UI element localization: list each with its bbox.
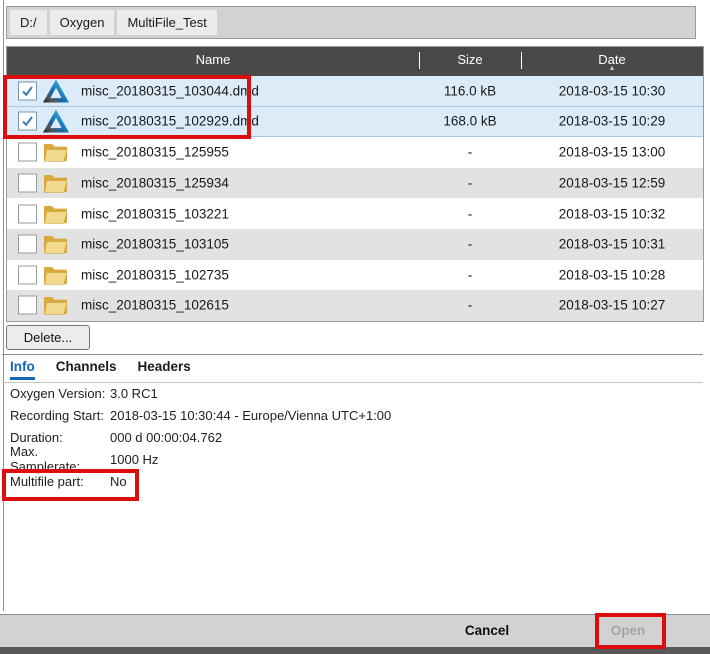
breadcrumb: D:/ Oxygen MultiFile_Test [6,6,696,39]
row-checkbox[interactable] [18,235,37,254]
file-size: - [419,237,521,252]
file-name: misc_20180315_103044.dmd [81,83,259,98]
open-button[interactable]: Open [597,615,659,646]
file-date: 2018-03-15 10:32 [521,206,703,221]
file-date: 2018-03-15 12:59 [521,176,703,191]
section-divider [2,354,703,355]
row-checkbox[interactable] [18,265,37,284]
folder-icon [43,295,67,315]
info-label: Duration: [10,430,110,445]
row-checkbox[interactable] [18,296,37,315]
info-label: Oxygen Version: [10,386,110,401]
file-date: 2018-03-15 10:29 [521,114,703,129]
tab-channels[interactable]: Channels [56,359,117,380]
table-row[interactable]: misc_20180315_125955 - 2018-03-15 13:00 [7,137,703,168]
file-name: misc_20180315_102929.dmd [81,114,259,129]
file-name: misc_20180315_102735 [81,267,229,282]
info-value: 1000 Hz [110,452,158,467]
info-label: Recording Start: [10,408,110,423]
folder-icon [43,142,67,162]
info-value: 2018-03-15 10:30:44 - Europe/Vienna UTC+… [110,408,391,423]
file-size: - [419,298,521,313]
file-size: - [419,267,521,282]
table-row[interactable]: misc_20180315_103044.dmd 116.0 kB 2018-0… [7,76,703,107]
row-checkbox-checked[interactable] [18,112,37,131]
table-row[interactable]: misc_20180315_102615 - 2018-03-15 10:27 [7,290,703,321]
table-row[interactable]: misc_20180315_125934 - 2018-03-15 12:59 [7,168,703,199]
info-field-multifile-part: Multifile part: No [10,470,700,492]
row-checkbox[interactable] [18,174,37,193]
file-name: misc_20180315_103105 [81,237,229,252]
file-name: misc_20180315_125934 [81,176,229,191]
detail-tabs: Info Channels Headers [10,359,191,380]
delete-button[interactable]: Delete... [6,325,90,350]
tab-info[interactable]: Info [10,359,35,380]
row-checkbox[interactable] [18,143,37,162]
folder-icon [43,204,67,224]
file-size: 168.0 kB [419,114,521,129]
dialog-left-border [3,0,4,611]
info-panel: Oxygen Version: 3.0 RC1 Recording Start:… [10,382,700,492]
footer-bottom-strip [0,647,710,654]
column-header-size[interactable]: Size [419,52,521,67]
table-row[interactable]: misc_20180315_103221 - 2018-03-15 10:32 [7,198,703,229]
row-checkbox[interactable] [18,204,37,223]
table-row[interactable]: misc_20180315_102929.dmd 168.0 kB 2018-0… [7,107,703,138]
file-date: 2018-03-15 10:27 [521,298,703,313]
file-date: 2018-03-15 10:30 [521,83,703,98]
cancel-button[interactable]: Cancel [447,615,527,646]
column-header-name[interactable]: Name [7,52,419,67]
file-name: misc_20180315_102615 [81,298,229,313]
row-checkbox-checked[interactable] [18,81,37,100]
info-field-recording-start: Recording Start: 2018-03-15 10:30:44 - E… [10,404,700,426]
file-date: 2018-03-15 10:28 [521,267,703,282]
file-size: 116.0 kB [419,83,521,98]
info-field-duration: Duration: 000 d 00:00:04.762 [10,426,700,448]
tab-headers[interactable]: Headers [138,359,191,380]
folder-icon [43,265,67,285]
file-name: misc_20180315_125955 [81,145,229,160]
breadcrumb-item-drive[interactable]: D:/ [10,10,47,35]
file-size: - [419,145,521,160]
file-name: misc_20180315_103221 [81,206,229,221]
file-size: - [419,176,521,191]
info-value: 3.0 RC1 [110,386,158,401]
info-label: Max. Samplerate: [10,444,110,474]
sort-ascending-icon: ▲ [521,65,703,73]
table-row[interactable]: misc_20180315_103105 - 2018-03-15 10:31 [7,229,703,260]
dmd-file-icon [43,79,69,102]
file-date: 2018-03-15 13:00 [521,145,703,160]
info-value: 000 d 00:00:04.762 [110,430,222,445]
folder-icon [43,234,67,254]
breadcrumb-item-oxygen[interactable]: Oxygen [50,10,115,35]
info-field-max-samplerate: Max. Samplerate: 1000 Hz [10,448,700,470]
breadcrumb-item-multifile-test[interactable]: MultiFile_Test [117,10,216,35]
dmd-file-icon [43,110,69,133]
file-date: 2018-03-15 10:31 [521,237,703,252]
folder-icon [43,173,67,193]
table-header: Name Size Date ▲ [7,47,703,76]
table-row[interactable]: misc_20180315_102735 - 2018-03-15 10:28 [7,260,703,291]
info-label: Multifile part: [10,474,110,489]
file-table: Name Size Date ▲ misc_20180315_103044.dm… [6,46,704,322]
info-value: No [110,474,127,489]
file-size: - [419,206,521,221]
info-field-oxygen-version: Oxygen Version: 3.0 RC1 [10,382,700,404]
